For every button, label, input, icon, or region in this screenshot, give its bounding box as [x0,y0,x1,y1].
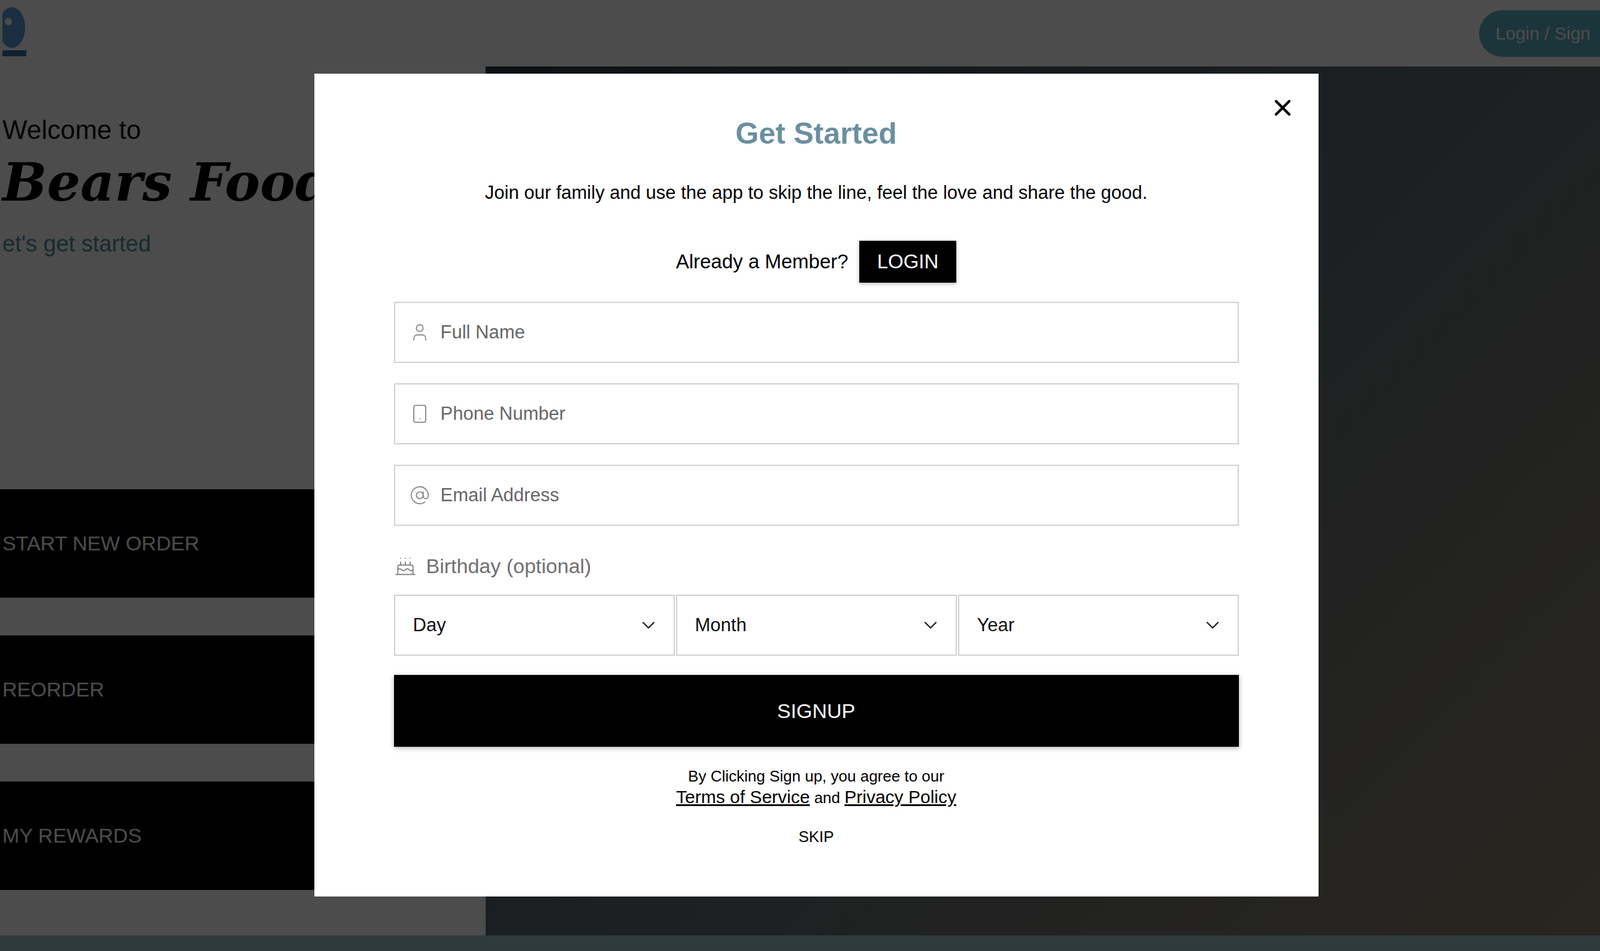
login-button[interactable]: LOGIN [859,240,957,283]
cake-icon [394,554,417,578]
birthday-selects: DayMonthYear [394,594,1239,656]
terms-text: By Clicking Sign up, you agree to ourTer… [676,765,957,809]
signup-modal: Get Started Join our family and use the a… [314,73,1319,897]
text-field[interactable] [394,464,1239,526]
date-select[interactable]: Month [676,594,957,656]
terms-links: Terms of Service and Privacy Policy [676,786,957,809]
modal-title: Get Started [735,115,898,152]
at-sign-icon [409,485,430,506]
modal-overlay[interactable]: Get Started Join our family and use the a… [0,0,1600,951]
privacy-link[interactable]: Privacy Policy [844,786,957,807]
user-icon [409,322,430,343]
chevron-down-icon [919,614,942,636]
text-field[interactable] [394,383,1239,445]
date-select[interactable]: Day [394,594,675,656]
field-list [394,301,1239,526]
phone-icon [409,403,430,424]
chevron-down-icon [1201,614,1224,636]
birthday-label: Birthday (optional) [394,553,1239,579]
skip-button[interactable]: SKIP [792,825,840,849]
member-prompt: Already a Member? [676,250,849,274]
signup-button[interactable]: SIGNUP [394,674,1239,747]
chevron-down-icon [637,614,660,636]
close-button[interactable] [1268,93,1298,123]
modal-subtitle: Join our family and use the app to skip … [485,180,1148,205]
text-field[interactable] [394,301,1239,363]
date-select[interactable]: Year [958,594,1239,656]
terms-prefix: By Clicking Sign up, you agree to our [676,765,957,787]
text-input[interactable] [439,320,1224,344]
member-row: Already a Member? LOGIN [676,240,957,283]
close-icon [1269,94,1296,121]
page: Login / SignWelcome toBears Food Shaet's… [0,0,1600,951]
text-input[interactable] [439,483,1224,507]
terms-link[interactable]: Terms of Service [676,786,810,807]
text-input[interactable] [439,402,1224,426]
